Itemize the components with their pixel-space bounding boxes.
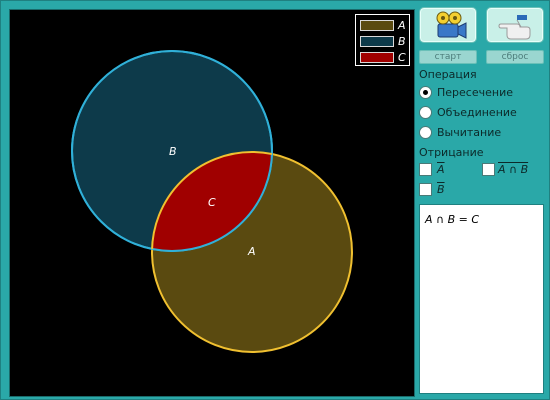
- set-b-label: B: [169, 145, 177, 158]
- radio-difference[interactable]: Вычитание: [419, 125, 549, 141]
- result-formula: A ∩ B = C: [425, 213, 480, 226]
- operation-title: Операция: [419, 68, 477, 81]
- start-button[interactable]: старт: [419, 50, 477, 64]
- negation-title: Отрицание: [419, 146, 484, 159]
- radio-selected-dot: [423, 90, 428, 95]
- legend-item-a: A: [360, 19, 408, 33]
- checkbox-label-not-b: B: [437, 183, 445, 196]
- set-a-label: A: [247, 245, 256, 258]
- venn-diagram: B C A: [71, 50, 353, 353]
- legend-item-b: B: [360, 35, 408, 49]
- radio-union[interactable]: Объединение: [419, 105, 549, 121]
- radio-label-union: Объединение: [437, 106, 517, 119]
- checkbox-label-not-a: A: [437, 163, 445, 176]
- legend-label-b: B: [398, 35, 406, 48]
- legend-item-c: C: [360, 51, 408, 65]
- checkbox-label-not-a-and-b: A ∩ B: [498, 163, 529, 176]
- start-icon-button[interactable]: [419, 7, 477, 43]
- checkbox-not-a[interactable]: [419, 163, 432, 176]
- legend-label-c: C: [398, 51, 406, 64]
- radio-button-union[interactable]: [419, 106, 432, 119]
- app-window: B C A A B C старт сброс Операция Пересеч…: [0, 0, 550, 400]
- radio-label-difference: Вычитание: [437, 126, 502, 139]
- intersection-label: C: [208, 196, 216, 209]
- venn-diagram-canvas: B C A A B C: [9, 9, 415, 397]
- legend-swatch-b: [360, 36, 394, 47]
- result-panel: A ∩ B = C: [419, 204, 544, 394]
- legend-label-a: A: [398, 19, 406, 32]
- legend-swatch-c: [360, 52, 394, 63]
- film-camera-icon: [436, 11, 467, 39]
- reset-button[interactable]: сброс: [486, 50, 544, 64]
- pointing-hand-icon: [498, 15, 531, 40]
- checkbox-not-b[interactable]: [419, 183, 432, 196]
- reset-icon-button[interactable]: [486, 7, 544, 43]
- checkbox-not-a-and-b[interactable]: [482, 163, 495, 176]
- radio-intersection[interactable]: Пересечение: [419, 85, 549, 101]
- radio-label-intersection: Пересечение: [437, 86, 513, 99]
- legend-swatch-a: [360, 20, 394, 31]
- legend: A B C: [355, 14, 410, 66]
- radio-button-intersection[interactable]: [419, 86, 432, 99]
- radio-button-difference[interactable]: [419, 126, 432, 139]
